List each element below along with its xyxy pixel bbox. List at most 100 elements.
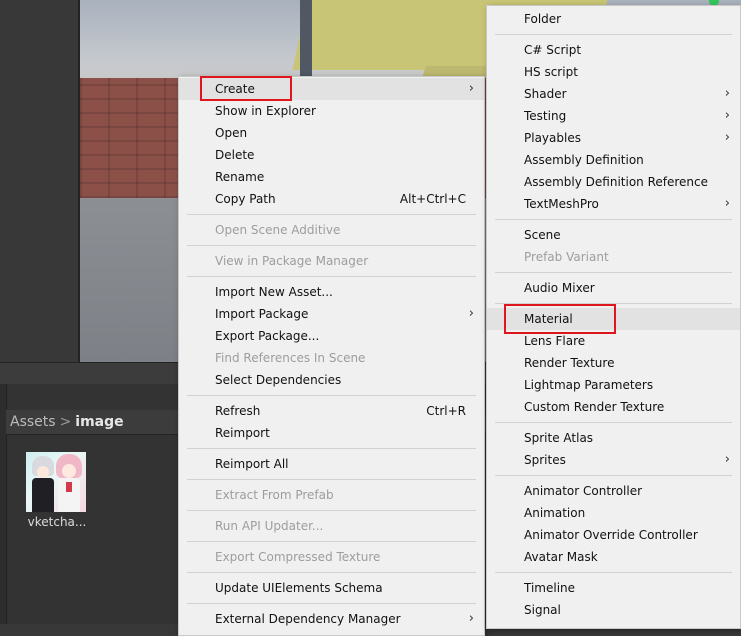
menu-item-label: Custom Render Texture	[524, 400, 665, 414]
menu-item-animator-override-controller[interactable]: Animator Override Controller	[487, 524, 740, 546]
menu-item-delete[interactable]: Delete	[179, 144, 484, 166]
context-menu: Create › Show in Explorer Open Delete Rename C…	[178, 76, 485, 636]
menu-item-prefab-variant: Prefab Variant	[487, 246, 740, 268]
menu-item-create[interactable]: Create ›	[179, 78, 484, 100]
menu-item-signal[interactable]: Signal	[487, 599, 740, 621]
chevron-right-icon: ›	[468, 306, 474, 321]
menu-item-copy-path[interactable]: Copy Path Alt+Ctrl+C	[179, 188, 484, 210]
menu-item-playables[interactable]: Playables ›	[487, 127, 740, 149]
menu-item-c-script[interactable]: C# Script	[487, 39, 740, 61]
menu-item-label: Open Scene Additive	[215, 223, 341, 237]
menu-item-label: Timeline	[524, 581, 576, 595]
menu-item-label: Select Dependencies	[215, 373, 342, 387]
menu-item-sprites[interactable]: Sprites ›	[487, 449, 740, 471]
menu-separator	[495, 219, 732, 220]
breadcrumb-image[interactable]: image	[75, 414, 123, 430]
menu-item-label: Material	[524, 312, 573, 326]
menu-item-label: Render Texture	[524, 356, 615, 370]
menu-item-material[interactable]: Material	[487, 308, 740, 330]
menu-item-import-new-asset[interactable]: Import New Asset...	[179, 281, 484, 303]
menu-item-label: Show in Explorer	[215, 104, 316, 118]
menu-separator	[187, 276, 476, 277]
menu-item-label: Animation	[524, 506, 586, 520]
menu-item-testing[interactable]: Testing ›	[487, 105, 740, 127]
hierarchy-panel	[0, 0, 80, 362]
menu-item-update-uielements-schema[interactable]: Update UIElements Schema	[179, 577, 484, 599]
menu-item-open[interactable]: Open	[179, 122, 484, 144]
menu-item-label: Testing	[524, 109, 567, 123]
menu-separator	[495, 422, 732, 423]
menu-item-label: Reimport	[215, 426, 270, 440]
menu-item-export-package[interactable]: Export Package...	[179, 325, 484, 347]
asset-thumbnail[interactable]	[26, 452, 86, 512]
menu-item-label: C# Script	[524, 43, 582, 57]
menu-separator	[187, 448, 476, 449]
menu-item-render-texture[interactable]: Render Texture	[487, 352, 740, 374]
menu-item-export-compressed-texture: Export Compressed Texture	[179, 546, 484, 568]
menu-item-import-package[interactable]: Import Package ›	[179, 303, 484, 325]
chevron-right-icon: ›	[468, 81, 474, 96]
menu-item-label: Avatar Mask	[524, 550, 598, 564]
thumbnail-figure-face	[37, 466, 49, 478]
menu-item-label: Animator Controller	[524, 484, 643, 498]
menu-item-select-dependencies[interactable]: Select Dependencies	[179, 369, 484, 391]
menu-item-label: Find References In Scene	[215, 351, 366, 365]
chevron-right-icon: ›	[724, 86, 730, 101]
menu-item-reimport[interactable]: Reimport	[179, 422, 484, 444]
menu-item-assembly-definition-reference[interactable]: Assembly Definition Reference	[487, 171, 740, 193]
menu-item-label: Reimport All	[215, 457, 289, 471]
menu-item-timeline[interactable]: Timeline	[487, 577, 740, 599]
menu-separator	[495, 303, 732, 304]
menu-separator	[187, 572, 476, 573]
menu-item-shader[interactable]: Shader ›	[487, 83, 740, 105]
menu-item-rename[interactable]: Rename	[179, 166, 484, 188]
menu-separator	[495, 272, 732, 273]
menu-item-label: Lightmap Parameters	[524, 378, 654, 392]
menu-separator	[495, 34, 732, 35]
menu-item-label: Assembly Definition	[524, 153, 644, 167]
menu-item-scene[interactable]: Scene	[487, 224, 740, 246]
menu-item-hs-script[interactable]: HS script	[487, 61, 740, 83]
menu-item-assembly-definition[interactable]: Assembly Definition	[487, 149, 740, 171]
menu-item-shortcut: Ctrl+R	[426, 404, 466, 418]
menu-item-custom-render-texture[interactable]: Custom Render Texture	[487, 396, 740, 418]
menu-item-lightmap-parameters[interactable]: Lightmap Parameters	[487, 374, 740, 396]
menu-item-external-dependency-manager[interactable]: External Dependency Manager ›	[179, 608, 484, 630]
menu-item-reimport-all[interactable]: Reimport All	[179, 453, 484, 475]
menu-item-label: Prefab Variant	[524, 250, 609, 264]
menu-item-label: Copy Path	[215, 192, 276, 206]
menu-item-label: Signal	[524, 603, 561, 617]
menu-separator	[495, 572, 732, 573]
menu-item-label: Delete	[215, 148, 255, 162]
chevron-right-icon: ›	[468, 611, 474, 626]
menu-separator	[187, 214, 476, 215]
thumbnail-figure-tie	[66, 482, 72, 492]
breadcrumb-separator-icon: >	[59, 414, 72, 430]
menu-item-extract-from-prefab: Extract From Prefab	[179, 484, 484, 506]
menu-item-avatar-mask[interactable]: Avatar Mask	[487, 546, 740, 568]
menu-separator	[495, 475, 732, 476]
menu-item-label: Sprite Atlas	[524, 431, 594, 445]
menu-item-animator-controller[interactable]: Animator Controller	[487, 480, 740, 502]
menu-item-label: Lens Flare	[524, 334, 586, 348]
menu-item-refresh[interactable]: Refresh Ctrl+R	[179, 400, 484, 422]
menu-item-label: Import New Asset...	[215, 285, 333, 299]
chevron-right-icon: ›	[724, 130, 730, 145]
menu-item-label: Audio Mixer	[524, 281, 595, 295]
menu-item-label: Extract From Prefab	[215, 488, 334, 502]
menu-item-sprite-atlas[interactable]: Sprite Atlas	[487, 427, 740, 449]
chevron-right-icon: ›	[724, 196, 730, 211]
menu-item-textmeshpro[interactable]: TextMeshPro ›	[487, 193, 740, 215]
menu-item-open-scene-additive: Open Scene Additive	[179, 219, 484, 241]
breadcrumb-assets[interactable]: Assets	[10, 414, 56, 430]
menu-item-label: Refresh	[215, 404, 261, 418]
menu-item-audio-mixer[interactable]: Audio Mixer	[487, 277, 740, 299]
chevron-right-icon: ›	[724, 108, 730, 123]
menu-item-animation[interactable]: Animation	[487, 502, 740, 524]
menu-item-shortcut: Alt+Ctrl+C	[399, 192, 466, 206]
menu-item-show-in-explorer[interactable]: Show in Explorer	[179, 100, 484, 122]
menu-separator	[187, 541, 476, 542]
menu-item-folder[interactable]: Folder	[487, 8, 740, 30]
menu-item-lens-flare[interactable]: Lens Flare	[487, 330, 740, 352]
thumbnail-figure-face	[62, 464, 76, 478]
